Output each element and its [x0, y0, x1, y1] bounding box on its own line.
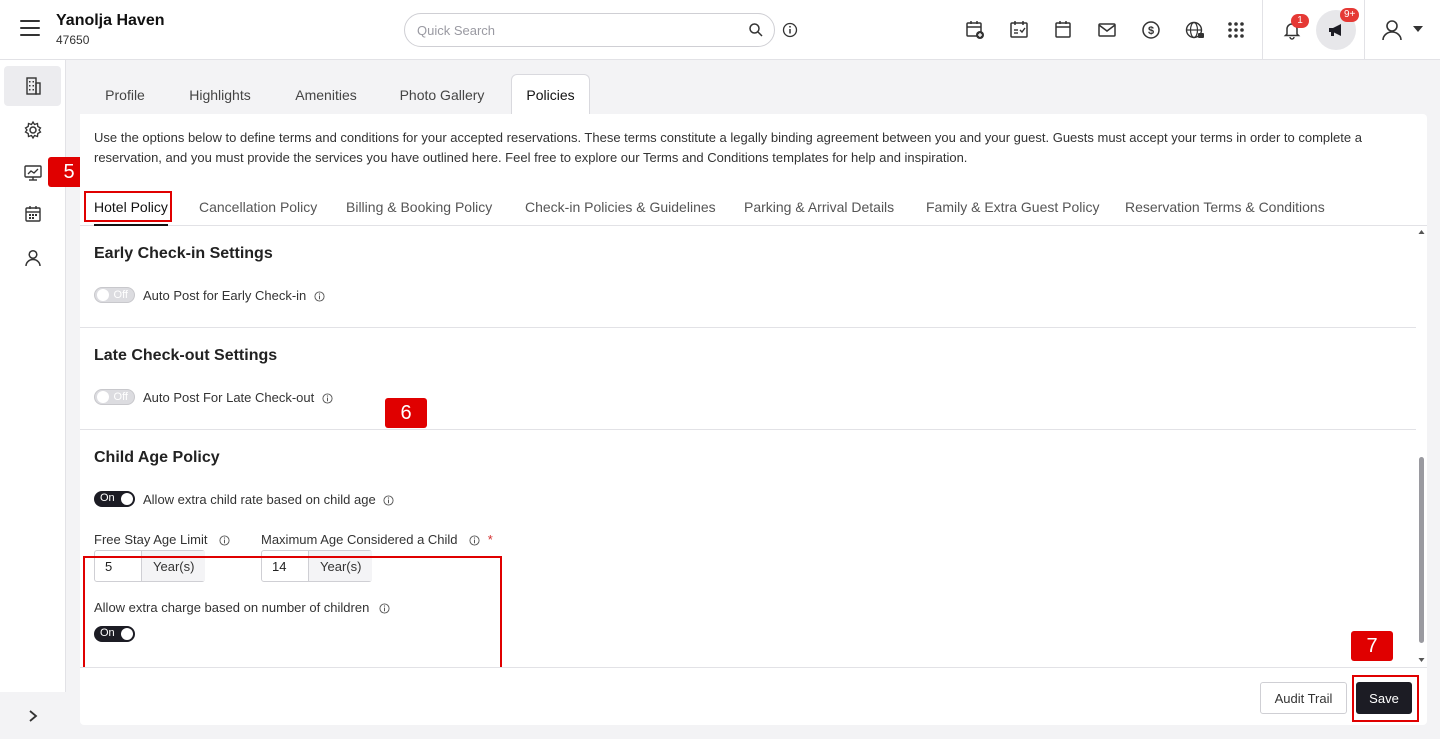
sidebar-item-property[interactable]	[4, 66, 61, 106]
search-icon[interactable]	[748, 22, 764, 38]
tab-checkin-policies[interactable]: Check-in Policies & Guidelines	[525, 194, 716, 220]
chevron-down-icon[interactable]	[1412, 24, 1424, 34]
sidebar-item-calendar[interactable]	[4, 194, 61, 234]
scroll-down-icon[interactable]	[1418, 657, 1425, 663]
policies-panel: Use the options below to define terms an…	[80, 114, 1427, 725]
info-icon[interactable]	[469, 535, 480, 546]
info-icon[interactable]	[322, 393, 333, 404]
property-name: Yanolja Haven	[56, 12, 165, 29]
section-divider	[80, 327, 1416, 328]
sidebar-item-guests[interactable]	[4, 238, 61, 278]
svg-text:$: $	[1148, 25, 1154, 37]
late-checkout-title: Late Check-out Settings	[94, 347, 278, 364]
policy-subtabs: Hotel Policy Cancellation Policy Billing…	[80, 188, 1427, 226]
scroll-up-icon[interactable]	[1418, 229, 1425, 235]
building-icon	[25, 77, 41, 95]
apps-grid-icon[interactable]	[1225, 19, 1247, 41]
sidebar-expand-button[interactable]	[0, 692, 66, 739]
announcement-badge: 9+	[1340, 8, 1360, 22]
info-icon[interactable]	[314, 291, 325, 302]
tab-amenities[interactable]: Amenities	[284, 74, 368, 115]
dollar-icon[interactable]: $	[1140, 19, 1162, 41]
scrollbar[interactable]	[1416, 227, 1427, 667]
globe-icon[interactable]	[1184, 19, 1206, 41]
late-checkout-option: Auto Post For Late Check-out	[143, 390, 333, 405]
max-age-label: Maximum Age Considered a Child	[261, 532, 458, 547]
highlight-box-hotel-policy	[84, 191, 172, 222]
intro-text: Use the options below to define terms an…	[94, 130, 1362, 165]
tab-policies[interactable]: Policies	[511, 74, 590, 115]
info-icon[interactable]	[383, 495, 394, 506]
tab-parking-arrival[interactable]: Parking & Arrival Details	[744, 194, 894, 220]
child-rate-label: Allow extra child rate based on child ag…	[143, 492, 376, 507]
notification-badge: 1	[1291, 14, 1309, 28]
megaphone-icon	[1329, 24, 1341, 36]
scrollbar-thumb[interactable]	[1419, 457, 1424, 643]
late-checkout-label: Auto Post For Late Check-out	[143, 390, 315, 405]
highlight-box-save	[1352, 675, 1419, 722]
section-divider	[80, 429, 1416, 430]
tab-profile[interactable]: Profile	[94, 74, 156, 115]
info-icon[interactable]	[219, 535, 230, 546]
early-checkin-label: Auto Post for Early Check-in	[143, 288, 307, 303]
child-rate-toggle[interactable]: On	[94, 491, 135, 507]
early-checkin-option: Auto Post for Early Check-in	[143, 288, 325, 303]
calendar-grid-icon	[24, 206, 41, 222]
early-checkin-toggle[interactable]: Off	[94, 287, 135, 303]
early-checkin-title: Early Check-in Settings	[94, 245, 273, 262]
property-id: 47650	[56, 33, 90, 47]
tab-family-extra-guest[interactable]: Family & Extra Guest Policy	[926, 194, 1100, 220]
calendar-check-icon[interactable]	[1008, 19, 1030, 41]
panel-footer: Audit Trail Save	[80, 667, 1427, 725]
child-age-policy-title: Child Age Policy	[94, 449, 220, 466]
late-checkout-toggle[interactable]: Off	[94, 389, 135, 405]
header-divider	[1262, 0, 1263, 60]
mail-icon[interactable]	[1096, 19, 1118, 41]
menu-icon[interactable]	[20, 20, 40, 38]
tab-highlights[interactable]: Highlights	[176, 74, 264, 115]
top-header: Yanolja Haven 47650 $ 1 9+	[0, 0, 1440, 60]
tab-photo-gallery[interactable]: Photo Gallery	[388, 74, 496, 115]
tab-cancellation-policy[interactable]: Cancellation Policy	[199, 194, 317, 220]
free-stay-label: Free Stay Age Limit	[94, 532, 208, 547]
highlight-box-child-policy	[83, 556, 502, 667]
active-tab-indicator	[94, 224, 168, 226]
child-rate-option: Allow extra child rate based on child ag…	[143, 492, 394, 507]
sidebar-item-settings[interactable]	[4, 110, 61, 150]
tab-reservation-terms[interactable]: Reservation Terms & Conditions	[1125, 194, 1325, 220]
required-asterisk: *	[487, 532, 493, 547]
monitor-chart-icon	[23, 165, 42, 181]
audit-trail-button[interactable]: Audit Trail	[1260, 682, 1347, 714]
info-icon[interactable]	[782, 22, 798, 38]
gear-icon	[24, 120, 41, 140]
user-icon[interactable]	[1380, 18, 1404, 42]
tab-billing-booking-policy[interactable]: Billing & Booking Policy	[346, 194, 492, 220]
step-marker-7: 7	[1351, 631, 1393, 661]
quick-search[interactable]	[404, 13, 775, 47]
calendar-icon[interactable]	[1052, 19, 1074, 41]
chevron-right-icon	[29, 709, 38, 722]
calendar-add-icon[interactable]	[964, 19, 986, 41]
person-icon	[24, 249, 41, 267]
policy-content: Early Check-in Settings Off Auto Post fo…	[80, 227, 1416, 667]
max-age-field-label: Maximum Age Considered a Child *	[261, 532, 493, 547]
header-divider	[1364, 0, 1365, 60]
step-marker-6: 6	[385, 398, 427, 428]
free-stay-field-label: Free Stay Age Limit	[94, 532, 230, 547]
search-input[interactable]	[417, 21, 737, 39]
